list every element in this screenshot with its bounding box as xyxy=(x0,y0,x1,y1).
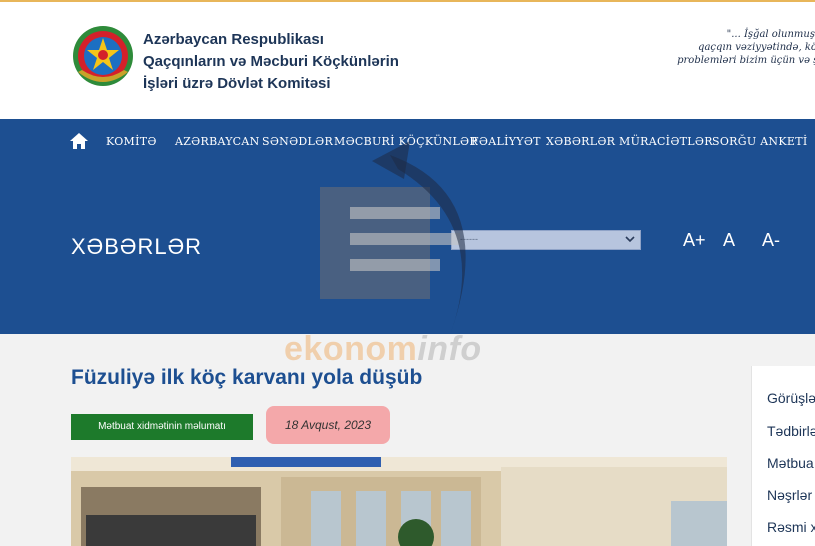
sidebar-item-resmi[interactable]: Rəsmi x xyxy=(767,519,815,535)
sidebar-category-list: Görüşlə Tədbirlə Mətbua Nəşrlər Rəsmi x xyxy=(751,366,815,546)
home-icon[interactable] xyxy=(70,133,88,149)
watermark-text-part1: ekonom xyxy=(284,330,418,368)
nav-item-komite[interactable]: KOMİTƏ xyxy=(106,135,157,148)
date-badge: 18 Avqust, 2023 xyxy=(266,406,390,444)
nav-item-azerbaycan[interactable]: AZƏRBAYCAN xyxy=(175,135,260,148)
nav-item-fealiyyet[interactable]: FƏALİYYƏT xyxy=(471,135,541,148)
header-quote: "... İşğal olunmuş but qaçqın vəziyyətin… xyxy=(655,28,815,67)
sidebar-item-nesrler[interactable]: Nəşrlər xyxy=(767,487,812,503)
watermark-text-part2: info xyxy=(417,330,482,368)
sidebar-item-tedbirler[interactable]: Tədbirlə xyxy=(767,423,815,439)
font-reset-button[interactable]: A xyxy=(723,230,735,251)
article-title: Füzuliyə ilk köç karvanı yola düşüb xyxy=(71,366,423,389)
quote-line-2: qaçqın vəziyyətində, köçkü xyxy=(698,42,815,53)
font-increase-button[interactable]: A+ xyxy=(683,230,706,251)
watermark-text: ekonominfo xyxy=(284,330,482,369)
quote-line-3: problemləri bizim üçün və şəxs xyxy=(677,55,815,66)
nav-item-senedler[interactable]: SƏNƏDLƏR xyxy=(262,135,333,148)
site-header: Azərbaycan Respublikası Qaçqınların və M… xyxy=(0,2,815,119)
state-emblem-logo[interactable] xyxy=(70,22,136,94)
sidebar-item-gorusler[interactable]: Görüşlə xyxy=(767,390,815,406)
font-decrease-button[interactable]: A- xyxy=(762,230,780,251)
chevron-down-icon xyxy=(625,236,635,243)
org-name: Azərbaycan Respublikası Qaçqınların və M… xyxy=(143,29,399,95)
nav-item-mecburi-kockunler[interactable]: MƏCBURİ KÖÇKÜNLƏR xyxy=(334,135,478,148)
org-name-line-3: İşləri üzrə Dövlət Komitəsi xyxy=(143,75,331,92)
main-navigation: KOMİTƏ AZƏRBAYCAN SƏNƏDLƏR MƏCBURİ KÖÇKÜ… xyxy=(0,119,815,164)
page-hero-banner: XƏBƏRLƏR ------ A+ A A- xyxy=(0,164,815,334)
nav-item-muracietler[interactable]: MÜRACİƏTLƏR xyxy=(619,135,713,148)
news-category-select[interactable]: ------ xyxy=(451,230,641,250)
sidebar-item-metbuat[interactable]: Mətbua xyxy=(767,455,814,471)
nav-item-xeberler[interactable]: XƏBƏRLƏR xyxy=(546,135,615,148)
category-badge[interactable]: Mətbuat xidmətinin məlumatı xyxy=(71,414,253,440)
quote-line-1: "... İşğal olunmuş but xyxy=(726,29,815,40)
select-value: ------ xyxy=(460,234,478,244)
org-name-line-1: Azərbaycan Respublikası xyxy=(143,31,324,48)
nav-item-sorgu-anketi[interactable]: SORĞU ANKETİ xyxy=(712,135,808,148)
article-photo xyxy=(71,457,727,546)
org-name-line-2: Qaçqınların və Məcburi Köçkünlərin xyxy=(143,53,399,70)
page-title: XƏBƏRLƏR xyxy=(71,234,203,259)
